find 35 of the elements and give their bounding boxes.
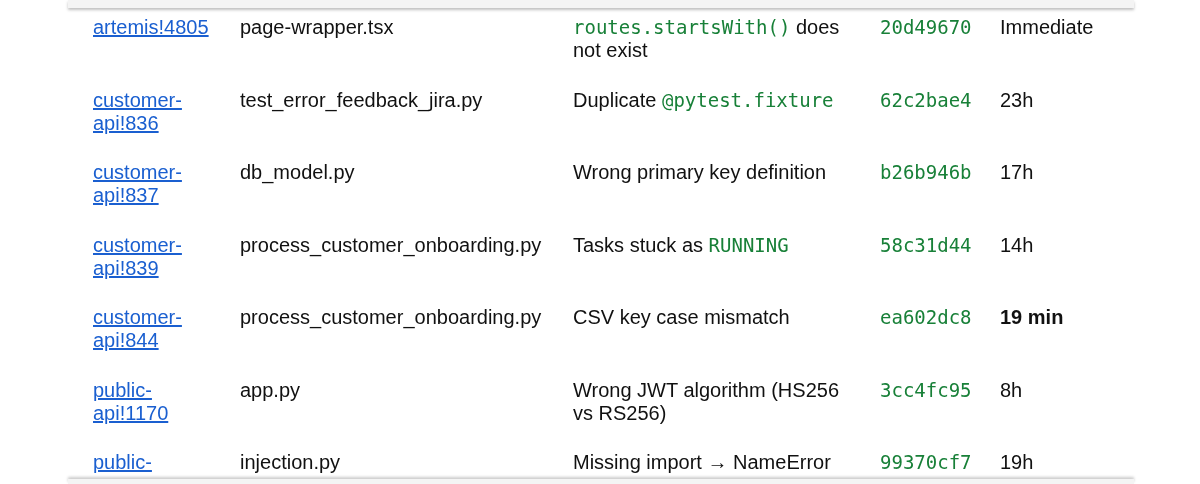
commit-hash: 20d49670 <box>880 16 972 38</box>
file-name: process_customer_onboarding.py <box>240 233 542 256</box>
file-name: page-wrapper.tsx <box>240 16 394 38</box>
file-name: test_error_feedback_jira.py <box>240 88 483 111</box>
commit-hash: 3cc4fc95 <box>880 378 972 401</box>
file-name: injection.py <box>240 451 341 473</box>
time-to-fix: 23h <box>1000 88 1034 111</box>
merge-request-link[interactable]: public- <box>93 451 218 474</box>
issue-description: CSV key case mismatch <box>573 306 790 328</box>
merge-request-link[interactable]: artemis!4805 <box>93 16 218 39</box>
merge-request-link[interactable]: customer-api!837 <box>93 161 218 207</box>
time-to-fix: 19 min <box>1000 306 1064 328</box>
commit-hash: b26b946b <box>880 161 972 183</box>
commit-hash: ea602dc8 <box>880 306 972 328</box>
issue-description: routes.startsWith() does not exist <box>573 16 840 61</box>
file-name: db_model.py <box>240 161 355 183</box>
time-to-fix: 19h <box>1000 451 1034 473</box>
commit-hash: 58c31d44 <box>880 233 972 256</box>
issue-description: Missing import → NameError <box>573 451 831 473</box>
merge-request-link[interactable]: customer-api!836 <box>93 88 218 135</box>
merge-request-link[interactable]: customer-api!844 <box>93 306 218 352</box>
issue-description: Tasks stuck as RUNNING <box>573 233 789 256</box>
issue-description: Duplicate @pytest.fixture <box>573 88 834 111</box>
issue-description: Wrong JWT algorithm (HS256 vs RS256) <box>573 378 839 424</box>
merge-request-link[interactable]: public-api!1170 <box>93 378 218 425</box>
merge-request-link[interactable]: customer-api!839 <box>93 233 218 280</box>
time-to-fix: 14h <box>1000 233 1034 256</box>
file-name: app.py <box>240 378 301 401</box>
commit-hash: 99370cf7 <box>880 451 972 473</box>
issue-description: Wrong primary key definition <box>573 161 827 183</box>
time-to-fix: Immediate <box>1000 16 1094 38</box>
time-to-fix: 17h <box>1000 161 1034 183</box>
commit-hash: 62c2bae4 <box>880 88 972 111</box>
file-name: process_customer_onboarding.py <box>240 306 542 328</box>
time-to-fix: 8h <box>1000 378 1023 401</box>
